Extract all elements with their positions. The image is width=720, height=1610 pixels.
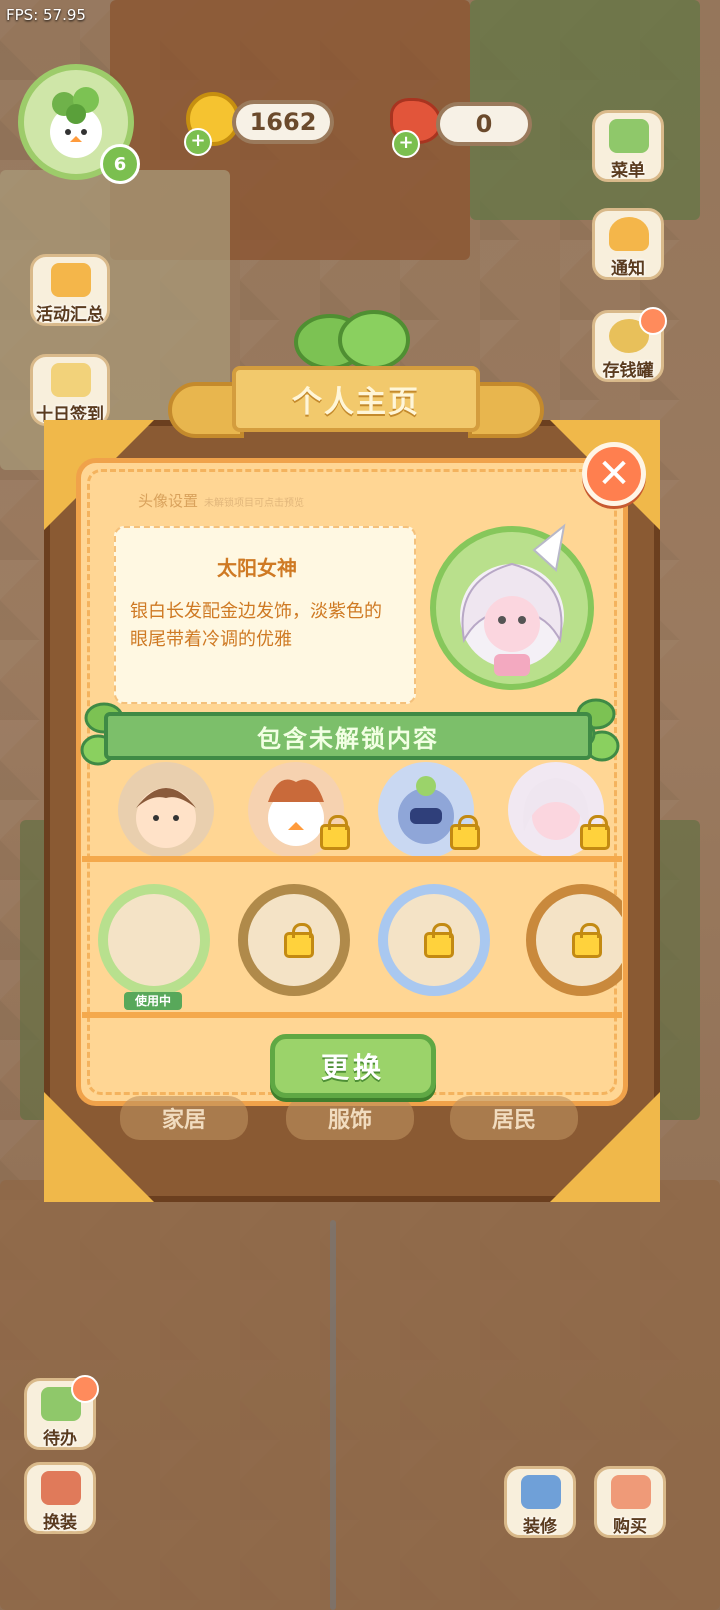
side-button-label: 活动汇总 [36,305,104,325]
frame-option-ocean[interactable] [378,884,490,996]
locked-content-banner: 包含未解锁内容 [104,712,592,760]
in-use-badge: 使用中 [124,992,182,1010]
lock-icon [580,815,610,850]
calendar-icon [51,363,91,397]
row-divider [82,856,622,862]
renovate-icon [521,1475,561,1509]
menu-button[interactable]: 菜单 [592,110,664,182]
lock-icon [284,923,314,958]
shop-button[interactable]: 购买 [594,1466,666,1538]
avatar-list [82,760,622,860]
notification-button[interactable]: 通知 [592,208,664,280]
lock-icon [424,923,454,958]
fps-counter: FPS: 57.95 [6,6,86,24]
add-carrots-button[interactable]: + [392,130,420,158]
change-avatar-button[interactable]: 更换 [270,1034,436,1098]
row-divider [82,1012,622,1018]
section-hint: 未解锁项目可点击预览 [204,498,305,509]
bg-tab-furniture: 家居 [120,1096,248,1140]
menu-icon [609,119,649,153]
avatar-settings-label: 头像设置 [138,492,199,510]
side-button-label: 菜单 [611,161,645,181]
side-button-label: 存钱罐 [602,361,654,381]
frame-option-vine[interactable] [238,884,350,996]
section-title: 头像设置 未解锁项目可点击预览 [138,490,304,511]
avatar-frame-list: 使用中 [82,866,622,1012]
bg-tab-residents: 居民 [450,1096,578,1140]
frame-option-sunflower[interactable] [526,884,622,996]
side-button-label: 待办 [43,1429,77,1449]
avatar-name: 太阳女神 [217,556,297,580]
coin-counter: 1662 [232,100,334,144]
carrot-counter: 0 [436,102,532,146]
side-button-label: 装修 [523,1517,557,1537]
lock-icon [320,815,350,850]
avatar-info-card: 太阳女神 银白长发配金边发饰，淡紫色的眼尾带着冷调的优雅 [114,526,416,704]
renovate-button[interactable]: 装修 [504,1466,576,1538]
notification-dot [639,307,667,335]
bg-tab-clothing: 服饰 [286,1096,414,1140]
avatar-description: 银白长发配金边发饰，淡紫色的眼尾带着冷调的优雅 [130,601,382,650]
todo-button[interactable]: 待办 [24,1375,99,1450]
avatar-option-selected[interactable] [508,762,610,858]
lock-icon [450,815,480,850]
avatar-option[interactable] [378,762,480,858]
close-button[interactable]: ✕ [582,442,646,506]
wardrobe-icon [41,1471,81,1505]
events-summary-button[interactable]: 活动汇总 [30,254,110,326]
piggy-bank-button[interactable]: 存钱罐 [592,307,667,382]
level-badge: 6 [100,144,140,184]
close-icon: ✕ [597,451,631,497]
frame-option-default[interactable] [98,884,210,996]
side-button-label: 通知 [611,259,645,279]
ten-day-checkin-button[interactable]: 十日签到 [30,354,110,426]
boy-avatar-icon [136,788,196,848]
avatar-preview [424,520,600,696]
avatar-option[interactable] [118,762,214,858]
lock-icon [572,923,602,958]
crown-icon [51,263,91,297]
dress-up-button[interactable]: 换装 [24,1462,96,1534]
notification-dot [71,1375,99,1403]
sun-goddess-portrait-icon [460,523,566,676]
bell-icon [609,217,649,251]
add-coins-button[interactable]: + [184,128,212,156]
side-button-label: 换装 [43,1513,77,1533]
dialog-title: 个人主页 [232,366,480,432]
dialog-title-banner: 个人主页 [168,366,544,442]
avatar-option[interactable] [248,762,350,858]
shopping-bag-icon [611,1475,651,1509]
side-button-label: 购买 [613,1517,647,1537]
